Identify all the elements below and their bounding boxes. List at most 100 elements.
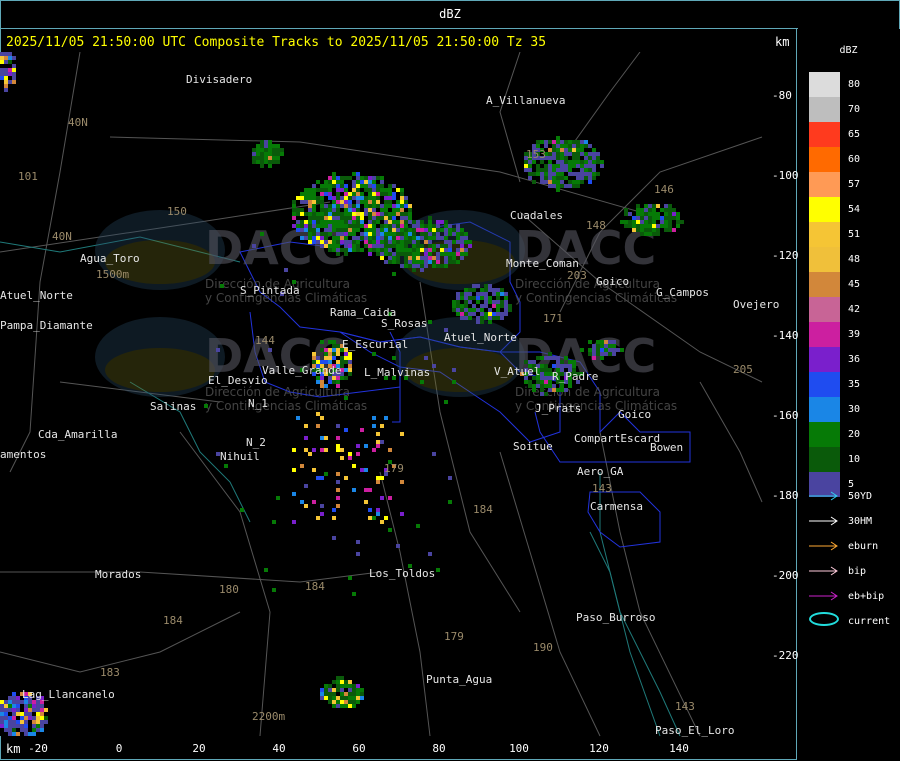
radar-echo-cell — [552, 140, 556, 144]
place-amentos: amentos — [0, 448, 47, 461]
radar-echo-cell — [320, 184, 324, 188]
radar-echo-cell — [528, 360, 532, 364]
radar-echo-cell — [372, 236, 376, 240]
radar-echo-cell — [408, 232, 412, 236]
radar-echo-cell — [432, 232, 436, 236]
radar-echo-cell — [12, 80, 16, 84]
radar-echo-cell — [376, 248, 380, 252]
radar-echo-cell — [440, 236, 444, 240]
place-aero-ga: Aero_GA — [577, 465, 624, 478]
svg-text:y Contingencias Climáticas: y Contingencias Climáticas — [515, 291, 677, 305]
radar-echo-cell — [648, 208, 652, 212]
radar-echo-cell — [540, 380, 544, 384]
radar-echo-cell — [608, 348, 612, 352]
radar-echo-cell — [548, 140, 552, 144]
radar-echo-cell — [600, 352, 604, 356]
radar-echo-cell — [420, 236, 424, 240]
radar-echo-cell — [396, 256, 400, 260]
radar-echo-cell — [564, 148, 568, 152]
radar-echo-cell — [12, 716, 16, 720]
radar-echo-cell — [312, 208, 316, 212]
radar-echo-cell — [376, 512, 380, 516]
radar-echo-cell — [448, 256, 452, 260]
radar-echo-cell — [540, 172, 544, 176]
radar-echo-cell — [400, 432, 404, 436]
radar-echo-cell — [252, 156, 256, 160]
radar-echo-cell — [528, 380, 532, 384]
track-label: current — [848, 616, 891, 627]
radar-echo-cell — [400, 480, 404, 484]
radar-echo-cell — [576, 160, 580, 164]
radar-echo-cell — [400, 240, 404, 244]
radar-echo-cell — [352, 192, 356, 196]
radar-echo-cell — [592, 356, 596, 360]
radar-echo-cell — [472, 304, 476, 308]
radar-echo-cell — [480, 296, 484, 300]
radar-echo-cell — [12, 704, 16, 708]
radar-echo-cell — [540, 180, 544, 184]
radar-echo-cell — [324, 352, 328, 356]
radar-echo-cell — [428, 320, 432, 324]
radar-echo-cell — [400, 208, 404, 212]
radar-echo-cell — [404, 200, 408, 204]
radar-echo-cell — [420, 228, 424, 232]
radar-echo-cell — [384, 212, 388, 216]
radar-echo-cell — [292, 208, 296, 212]
radar-echo-cell — [588, 160, 592, 164]
radar-echo-cell — [420, 268, 424, 272]
radar-echo-cell — [352, 172, 356, 176]
radar-echo-cell — [312, 216, 316, 220]
radar-echo-cell — [456, 232, 460, 236]
x-tick: 60 — [352, 742, 366, 755]
radar-echo-cell — [352, 204, 356, 208]
radar-echo-cell — [564, 184, 568, 188]
radar-echo-cell — [444, 248, 448, 252]
radar-echo-cell — [316, 216, 320, 220]
radar-echo-cell — [320, 692, 324, 696]
radar-echo-cell — [600, 160, 604, 164]
radar-echo-cell — [584, 152, 588, 156]
radar-echo-cell — [564, 176, 568, 180]
radar-echo-cell — [340, 188, 344, 192]
radar-echo-cell — [40, 720, 44, 724]
radar-echo-cell — [568, 140, 572, 144]
radar-echo-cell — [548, 148, 552, 152]
radar-echo-cell — [348, 204, 352, 208]
radar-echo-cell — [12, 68, 16, 72]
radar-echo-cell — [380, 236, 384, 240]
road-143-a: 143 — [592, 482, 612, 495]
radar-echo-cell — [356, 684, 360, 688]
radar-echo-cell — [604, 348, 608, 352]
radar-echo-cell — [4, 52, 8, 56]
radar-echo-cell — [648, 224, 652, 228]
place-el-desvio: El_Desvio — [208, 374, 268, 387]
radar-echo-cell — [356, 700, 360, 704]
radar-echo-cell — [312, 232, 316, 236]
radar-echo-cell — [328, 216, 332, 220]
radar-echo-cell — [548, 164, 552, 168]
radar-echo-cell — [344, 680, 348, 684]
radar-echo-cell — [460, 292, 464, 296]
radar-echo-cell — [456, 260, 460, 264]
radar-echo-cell — [428, 244, 432, 248]
radar-echo-cell — [668, 212, 672, 216]
radar-echo-cell — [348, 688, 352, 692]
radar-echo-cell — [540, 368, 544, 372]
radar-echo-cell — [420, 380, 424, 384]
radar-echo-cell — [608, 344, 612, 348]
radar-echo-cell — [344, 196, 348, 200]
radar-echo-cell — [612, 340, 616, 344]
radar-echo-cell — [364, 176, 368, 180]
radar-map[interactable]: DACC DACC DACC DACC Dirección de Agricul… — [0, 52, 763, 737]
radar-echo-cell — [416, 220, 420, 224]
legend-swatch — [809, 197, 840, 222]
radar-echo-cell — [672, 208, 676, 212]
track-label: 50YD — [848, 491, 873, 502]
radar-echo-cell — [336, 384, 340, 388]
radar-echo-cell — [604, 340, 608, 344]
radar-echo-cell — [368, 176, 372, 180]
radar-echo-cell — [588, 172, 592, 176]
radar-echo-cell — [352, 232, 356, 236]
radar-echo-cell — [416, 260, 420, 264]
radar-echo-cell — [328, 228, 332, 232]
